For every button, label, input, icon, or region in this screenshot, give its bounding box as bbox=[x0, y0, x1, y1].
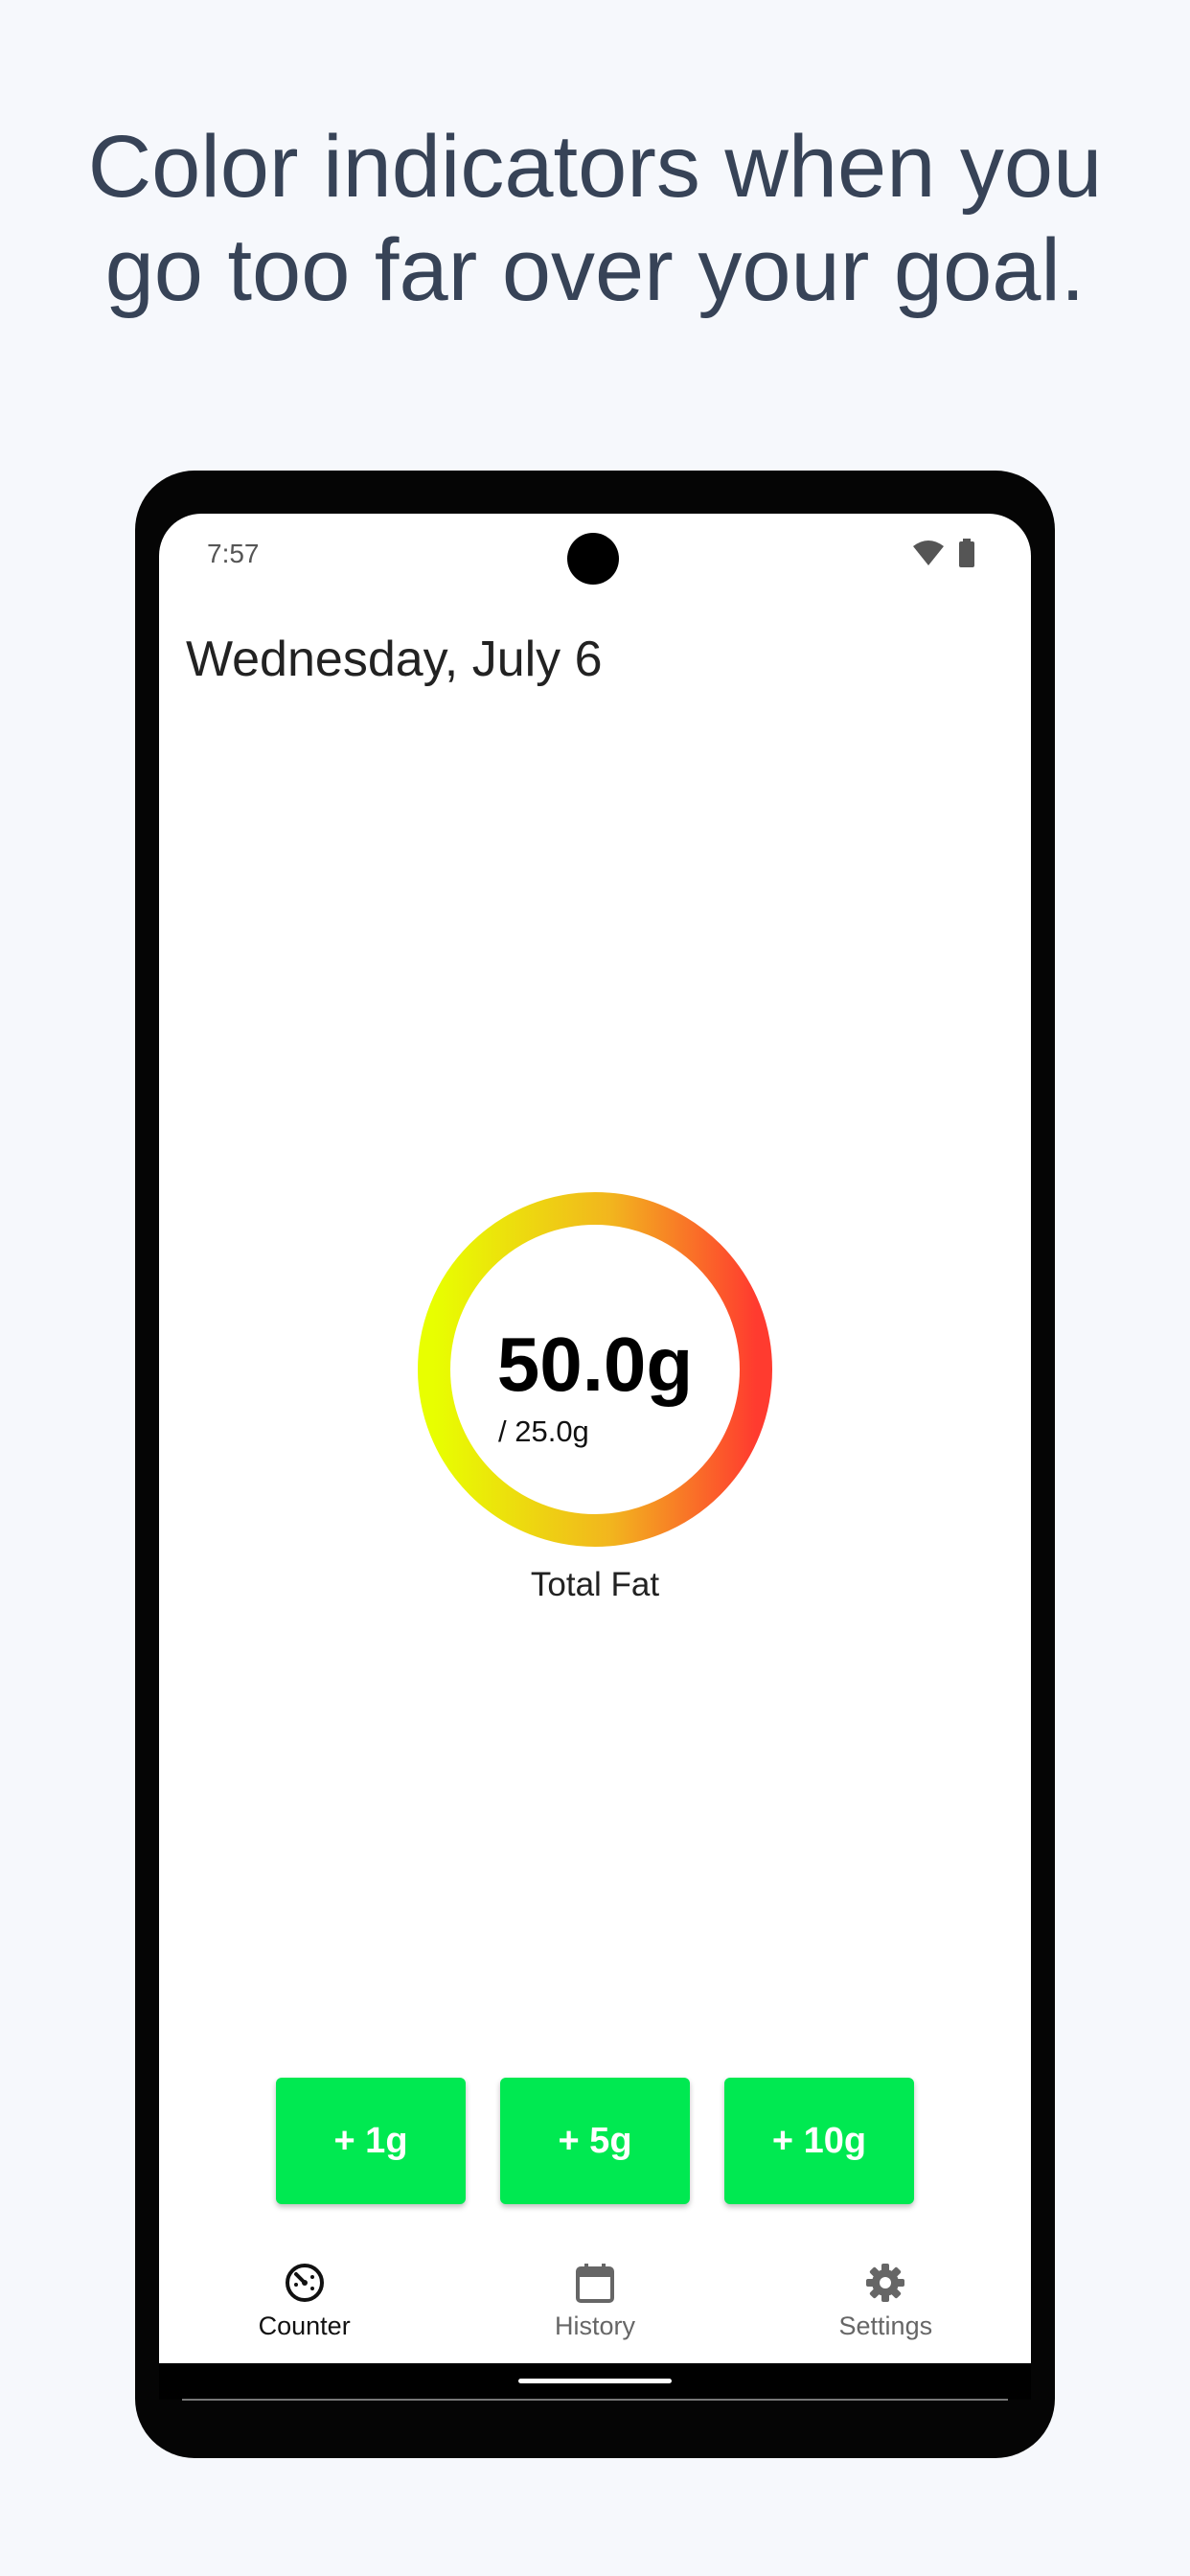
nav-label-settings: Settings bbox=[838, 2312, 933, 2340]
status-bar: 7:57 bbox=[159, 514, 1031, 594]
nav-item-history[interactable]: History bbox=[449, 2239, 740, 2363]
gear-icon bbox=[866, 2264, 905, 2302]
nav-label-counter: Counter bbox=[258, 2312, 351, 2340]
calendar-icon bbox=[575, 2264, 614, 2303]
gauge-goal: / 25.0g bbox=[498, 1414, 589, 1448]
headline-line-1: Color indicators when you bbox=[87, 118, 1103, 216]
gauge-value: 50.0g bbox=[496, 1322, 694, 1407]
nav-label-history: History bbox=[554, 2312, 635, 2340]
headline-line-2: go too far over your goal. bbox=[104, 221, 1086, 319]
add-buttons: + 1g + 5g + 10g bbox=[276, 2078, 914, 2204]
nav-item-settings[interactable]: Settings bbox=[741, 2239, 1031, 2363]
add-10g-button[interactable]: + 10g bbox=[724, 2078, 914, 2204]
bottom-nav: Counter History Settings bbox=[159, 2239, 1031, 2363]
battery-icon bbox=[959, 539, 974, 567]
gesture-handle[interactable] bbox=[518, 2379, 672, 2383]
screen-edge-line bbox=[182, 2399, 1008, 2401]
app-screen: 7:57 Wednesday, July 6 50.0g / 25.0g Tot… bbox=[159, 514, 1031, 2396]
status-icons bbox=[912, 539, 975, 567]
headline: Color indicators when you go too far ove… bbox=[0, 115, 1190, 322]
gauge-label: Total Fat bbox=[530, 1566, 660, 1603]
date-title: Wednesday, July 6 bbox=[186, 632, 603, 687]
add-5g-button[interactable]: + 5g bbox=[500, 2078, 690, 2204]
add-1g-button[interactable]: + 1g bbox=[276, 2078, 466, 2204]
nav-item-counter[interactable]: Counter bbox=[159, 2239, 449, 2363]
speedometer-icon bbox=[285, 2264, 324, 2302]
status-time: 7:57 bbox=[207, 539, 260, 568]
camera-cutout bbox=[567, 533, 619, 585]
wifi-icon bbox=[913, 540, 944, 565]
fat-gauge: 50.0g / 25.0g bbox=[418, 1192, 772, 1547]
